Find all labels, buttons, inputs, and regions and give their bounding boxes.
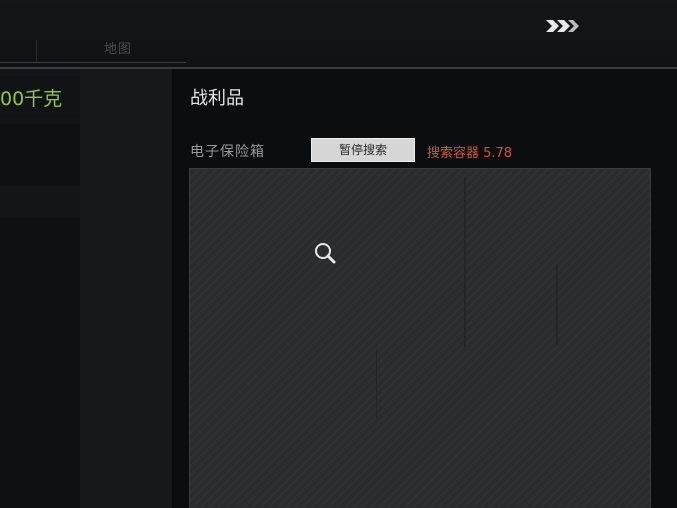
inventory-column: [80, 69, 172, 508]
grid-divider: [376, 349, 377, 419]
loot-title: 战利品: [190, 88, 244, 109]
fast-forward-icon[interactable]: [544, 18, 580, 34]
tab-divider: [36, 40, 37, 62]
inventory-grid[interactable]: [0, 218, 80, 508]
tab-map[interactable]: 地图: [104, 38, 132, 57]
carry-weight: 00千克: [0, 88, 63, 110]
panel-divider: [172, 69, 174, 508]
grid-divider: [464, 177, 466, 347]
grid-divider: [556, 265, 558, 345]
search-status: 搜索容器 5.78: [427, 146, 513, 161]
loot-grid[interactable]: [189, 168, 651, 508]
pause-search-button[interactable]: 暂停搜索: [311, 138, 415, 162]
tab-strip: [0, 36, 186, 63]
search-icon: [313, 241, 339, 267]
container-name: 电子保险箱: [190, 144, 265, 160]
inventory-slot[interactable]: [0, 124, 80, 186]
